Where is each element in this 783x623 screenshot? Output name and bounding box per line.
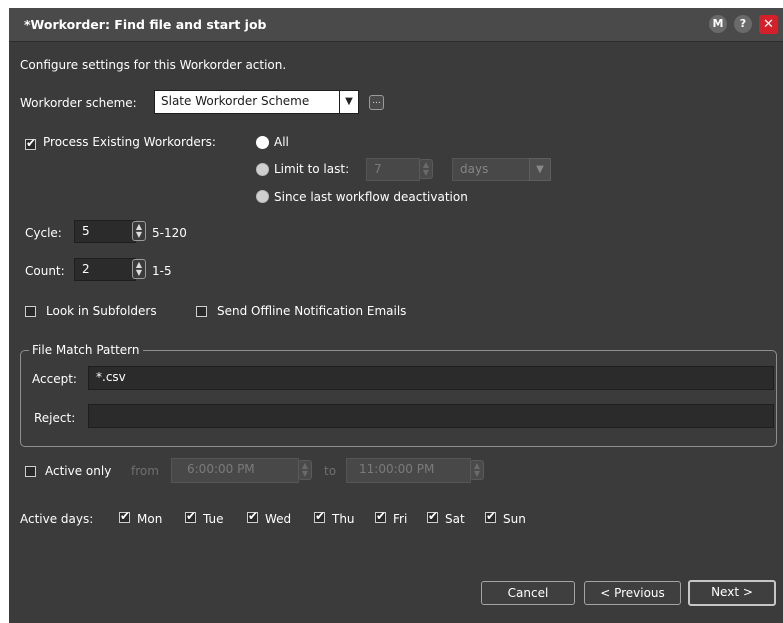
check-icon: ✔ xyxy=(248,509,259,523)
day-thu-checkbox[interactable]: ✔ xyxy=(314,509,326,523)
from-time-field[interactable]: 6:00:00 PM xyxy=(171,458,299,483)
accept-value: *.csv xyxy=(96,370,126,384)
check-icon: ✔ xyxy=(315,509,326,523)
process-existing-checkbox[interactable]: ✔ xyxy=(25,136,37,150)
look-in-subfolders-label: Look in Subfolders xyxy=(46,304,157,318)
day-sun-checkbox[interactable]: ✔ xyxy=(485,509,497,523)
day-tue-checkbox[interactable]: ✔ xyxy=(185,509,197,523)
count-spinner[interactable]: ▲ ▼ xyxy=(132,259,146,279)
workorder-dialog: *Workorder: Find file and start job M ? … xyxy=(9,8,783,623)
day-wed-checkbox[interactable]: ✔ xyxy=(247,509,259,523)
cancel-button[interactable]: Cancel xyxy=(481,581,575,605)
accept-label: Accept: xyxy=(32,372,77,386)
scheme-more-button[interactable]: ... xyxy=(369,95,384,110)
next-button[interactable]: Next > xyxy=(688,580,776,606)
to-time-field[interactable]: 11:00:00 PM xyxy=(346,458,471,483)
radio-limit[interactable] xyxy=(256,163,269,176)
count-value: 2 xyxy=(82,262,90,276)
look-in-subfolders-checkbox[interactable] xyxy=(25,306,36,317)
limit-value: 7 xyxy=(374,162,382,176)
to-time-value: 11:00:00 PM xyxy=(359,462,435,476)
radio-since[interactable] xyxy=(256,190,269,203)
active-days-label: Active days: xyxy=(20,512,94,526)
cycle-value: 5 xyxy=(82,224,90,238)
day-sat-label: Sat xyxy=(445,512,465,526)
cycle-range: 5-120 xyxy=(152,226,187,240)
limit-unit-value: days xyxy=(460,162,489,176)
day-sun-label: Sun xyxy=(503,512,526,526)
previous-button[interactable]: < Previous xyxy=(584,581,681,605)
close-button[interactable]: ✕ xyxy=(759,15,778,34)
file-match-group xyxy=(20,350,777,447)
day-mon-label: Mon xyxy=(137,512,163,526)
chevron-down-icon[interactable]: ▼ xyxy=(339,90,359,114)
from-label: from xyxy=(131,464,159,478)
send-offline-label: Send Offline Notification Emails xyxy=(217,304,407,318)
scheme-label: Workorder scheme: xyxy=(20,96,137,110)
limit-value-field[interactable]: 7 xyxy=(366,158,420,181)
file-match-title: File Match Pattern xyxy=(29,343,143,357)
from-time-value: 6:00:00 PM xyxy=(187,462,255,476)
count-field[interactable]: 2 xyxy=(74,258,136,281)
dialog-title: *Workorder: Find file and start job xyxy=(24,17,267,32)
help-button[interactable]: ? xyxy=(734,15,752,33)
day-wed-label: Wed xyxy=(265,512,292,526)
count-label: Count: xyxy=(25,264,65,278)
active-only-checkbox[interactable] xyxy=(25,466,36,477)
accept-field[interactable]: *.csv xyxy=(88,366,774,390)
radio-all[interactable] xyxy=(256,136,269,149)
limit-spinner[interactable]: ▲ ▼ xyxy=(419,159,433,179)
count-range: 1-5 xyxy=(152,264,172,278)
active-only-label: Active only xyxy=(45,464,112,478)
cycle-field[interactable]: 5 xyxy=(74,220,136,243)
day-thu-label: Thu xyxy=(332,512,355,526)
check-icon: ✔ xyxy=(186,509,197,523)
send-offline-checkbox[interactable] xyxy=(196,306,207,317)
scheme-value: Slate Workorder Scheme xyxy=(161,94,310,108)
m-button[interactable]: M xyxy=(709,15,727,33)
check-icon: ✔ xyxy=(26,136,37,150)
check-icon: ✔ xyxy=(120,509,131,523)
check-icon: ✔ xyxy=(376,509,387,523)
radio-since-label: Since last workflow deactivation xyxy=(274,190,468,204)
limit-unit-select[interactable]: days xyxy=(452,158,532,181)
reject-field[interactable] xyxy=(88,404,774,428)
cycle-spinner[interactable]: ▲ ▼ xyxy=(132,221,146,241)
scheme-select[interactable]: Slate Workorder Scheme xyxy=(154,90,340,114)
to-label: to xyxy=(324,464,337,478)
cycle-label: Cycle: xyxy=(25,226,62,240)
radio-all-label: All xyxy=(274,135,289,149)
intro-text: Configure settings for this Workorder ac… xyxy=(20,58,287,72)
day-mon-checkbox[interactable]: ✔ xyxy=(119,509,131,523)
check-icon: ✔ xyxy=(428,509,439,523)
radio-limit-label: Limit to last: xyxy=(274,162,350,176)
day-sat-checkbox[interactable]: ✔ xyxy=(427,509,439,523)
chevron-down-icon[interactable]: ▼ xyxy=(529,158,551,181)
title-bar: *Workorder: Find file and start job M ? … xyxy=(9,8,783,42)
process-existing-label: Process Existing Workorders: xyxy=(43,135,216,149)
from-time-spinner[interactable]: ▲ ▼ xyxy=(298,460,312,480)
reject-label: Reject: xyxy=(34,411,76,425)
day-fri-label: Fri xyxy=(393,512,408,526)
day-fri-checkbox[interactable]: ✔ xyxy=(375,509,387,523)
day-tue-label: Tue xyxy=(203,512,224,526)
to-time-spinner[interactable]: ▲ ▼ xyxy=(470,460,484,480)
check-icon: ✔ xyxy=(486,509,497,523)
